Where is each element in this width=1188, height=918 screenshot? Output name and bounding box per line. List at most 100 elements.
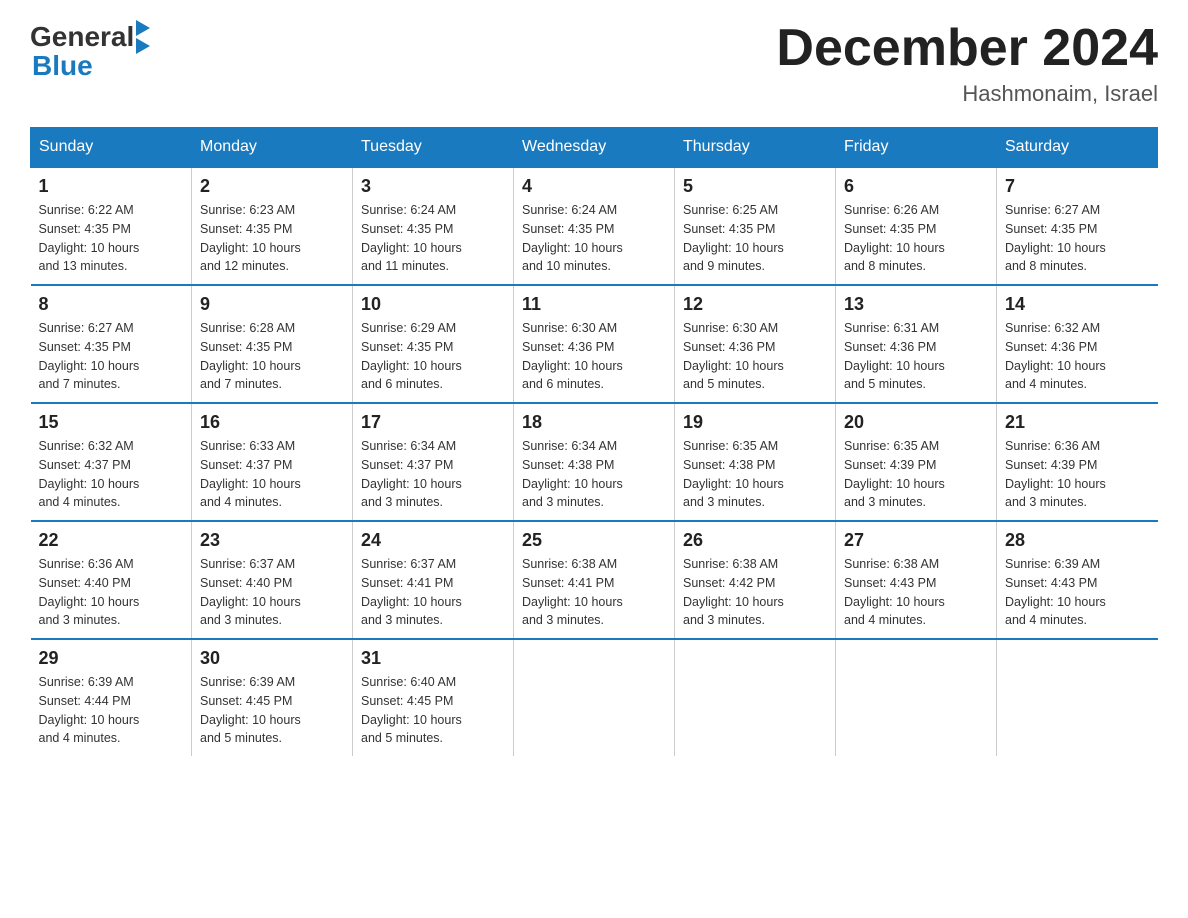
table-row <box>675 639 836 756</box>
day-info: Sunrise: 6:35 AM Sunset: 4:38 PM Dayligh… <box>683 437 827 512</box>
table-row: 3 Sunrise: 6:24 AM Sunset: 4:35 PM Dayli… <box>353 167 514 285</box>
table-row: 20 Sunrise: 6:35 AM Sunset: 4:39 PM Dayl… <box>836 403 997 521</box>
day-info: Sunrise: 6:36 AM Sunset: 4:40 PM Dayligh… <box>39 555 184 630</box>
table-row: 21 Sunrise: 6:36 AM Sunset: 4:39 PM Dayl… <box>997 403 1158 521</box>
day-number: 8 <box>39 294 184 315</box>
day-info: Sunrise: 6:24 AM Sunset: 4:35 PM Dayligh… <box>361 201 505 276</box>
col-thursday: Thursday <box>675 128 836 168</box>
col-tuesday: Tuesday <box>353 128 514 168</box>
table-row: 12 Sunrise: 6:30 AM Sunset: 4:36 PM Dayl… <box>675 285 836 403</box>
day-number: 12 <box>683 294 827 315</box>
table-row: 15 Sunrise: 6:32 AM Sunset: 4:37 PM Dayl… <box>31 403 192 521</box>
table-row: 18 Sunrise: 6:34 AM Sunset: 4:38 PM Dayl… <box>514 403 675 521</box>
col-monday: Monday <box>192 128 353 168</box>
day-number: 16 <box>200 412 344 433</box>
day-number: 6 <box>844 176 988 197</box>
day-info: Sunrise: 6:22 AM Sunset: 4:35 PM Dayligh… <box>39 201 184 276</box>
table-row: 1 Sunrise: 6:22 AM Sunset: 4:35 PM Dayli… <box>31 167 192 285</box>
day-info: Sunrise: 6:34 AM Sunset: 4:38 PM Dayligh… <box>522 437 666 512</box>
day-number: 4 <box>522 176 666 197</box>
table-row: 26 Sunrise: 6:38 AM Sunset: 4:42 PM Dayl… <box>675 521 836 639</box>
day-number: 30 <box>200 648 344 669</box>
table-row <box>997 639 1158 756</box>
calendar-week-row: 15 Sunrise: 6:32 AM Sunset: 4:37 PM Dayl… <box>31 403 1158 521</box>
calendar-week-row: 8 Sunrise: 6:27 AM Sunset: 4:35 PM Dayli… <box>31 285 1158 403</box>
day-number: 9 <box>200 294 344 315</box>
table-row: 7 Sunrise: 6:27 AM Sunset: 4:35 PM Dayli… <box>997 167 1158 285</box>
day-number: 28 <box>1005 530 1150 551</box>
table-row: 9 Sunrise: 6:28 AM Sunset: 4:35 PM Dayli… <box>192 285 353 403</box>
table-row: 28 Sunrise: 6:39 AM Sunset: 4:43 PM Dayl… <box>997 521 1158 639</box>
table-row: 30 Sunrise: 6:39 AM Sunset: 4:45 PM Dayl… <box>192 639 353 756</box>
day-info: Sunrise: 6:24 AM Sunset: 4:35 PM Dayligh… <box>522 201 666 276</box>
table-row: 23 Sunrise: 6:37 AM Sunset: 4:40 PM Dayl… <box>192 521 353 639</box>
day-number: 23 <box>200 530 344 551</box>
day-number: 19 <box>683 412 827 433</box>
day-number: 10 <box>361 294 505 315</box>
table-row <box>836 639 997 756</box>
table-row: 6 Sunrise: 6:26 AM Sunset: 4:35 PM Dayli… <box>836 167 997 285</box>
day-info: Sunrise: 6:37 AM Sunset: 4:40 PM Dayligh… <box>200 555 344 630</box>
col-saturday: Saturday <box>997 128 1158 168</box>
logo: General Blue <box>30 20 150 82</box>
table-row: 31 Sunrise: 6:40 AM Sunset: 4:45 PM Dayl… <box>353 639 514 756</box>
col-friday: Friday <box>836 128 997 168</box>
day-info: Sunrise: 6:38 AM Sunset: 4:42 PM Dayligh… <box>683 555 827 630</box>
day-number: 13 <box>844 294 988 315</box>
day-number: 15 <box>39 412 184 433</box>
month-title: December 2024 <box>776 20 1158 77</box>
day-number: 22 <box>39 530 184 551</box>
day-number: 25 <box>522 530 666 551</box>
table-row: 2 Sunrise: 6:23 AM Sunset: 4:35 PM Dayli… <box>192 167 353 285</box>
day-number: 14 <box>1005 294 1150 315</box>
day-info: Sunrise: 6:38 AM Sunset: 4:41 PM Dayligh… <box>522 555 666 630</box>
day-number: 24 <box>361 530 505 551</box>
logo-general-text: General <box>30 21 134 53</box>
day-info: Sunrise: 6:33 AM Sunset: 4:37 PM Dayligh… <box>200 437 344 512</box>
day-info: Sunrise: 6:29 AM Sunset: 4:35 PM Dayligh… <box>361 319 505 394</box>
day-info: Sunrise: 6:25 AM Sunset: 4:35 PM Dayligh… <box>683 201 827 276</box>
calendar-week-row: 1 Sunrise: 6:22 AM Sunset: 4:35 PM Dayli… <box>31 167 1158 285</box>
day-info: Sunrise: 6:27 AM Sunset: 4:35 PM Dayligh… <box>1005 201 1150 276</box>
calendar-week-row: 22 Sunrise: 6:36 AM Sunset: 4:40 PM Dayl… <box>31 521 1158 639</box>
col-sunday: Sunday <box>31 128 192 168</box>
day-number: 17 <box>361 412 505 433</box>
table-row: 24 Sunrise: 6:37 AM Sunset: 4:41 PM Dayl… <box>353 521 514 639</box>
table-row: 4 Sunrise: 6:24 AM Sunset: 4:35 PM Dayli… <box>514 167 675 285</box>
day-info: Sunrise: 6:38 AM Sunset: 4:43 PM Dayligh… <box>844 555 988 630</box>
col-wednesday: Wednesday <box>514 128 675 168</box>
day-info: Sunrise: 6:35 AM Sunset: 4:39 PM Dayligh… <box>844 437 988 512</box>
day-info: Sunrise: 6:30 AM Sunset: 4:36 PM Dayligh… <box>522 319 666 394</box>
table-row: 16 Sunrise: 6:33 AM Sunset: 4:37 PM Dayl… <box>192 403 353 521</box>
day-number: 18 <box>522 412 666 433</box>
day-info: Sunrise: 6:23 AM Sunset: 4:35 PM Dayligh… <box>200 201 344 276</box>
day-info: Sunrise: 6:27 AM Sunset: 4:35 PM Dayligh… <box>39 319 184 394</box>
day-info: Sunrise: 6:28 AM Sunset: 4:35 PM Dayligh… <box>200 319 344 394</box>
day-number: 2 <box>200 176 344 197</box>
day-info: Sunrise: 6:32 AM Sunset: 4:36 PM Dayligh… <box>1005 319 1150 394</box>
location-text: Hashmonaim, Israel <box>776 81 1158 107</box>
calendar-header-row: Sunday Monday Tuesday Wednesday Thursday… <box>31 128 1158 168</box>
day-info: Sunrise: 6:32 AM Sunset: 4:37 PM Dayligh… <box>39 437 184 512</box>
table-row: 10 Sunrise: 6:29 AM Sunset: 4:35 PM Dayl… <box>353 285 514 403</box>
table-row: 27 Sunrise: 6:38 AM Sunset: 4:43 PM Dayl… <box>836 521 997 639</box>
day-info: Sunrise: 6:36 AM Sunset: 4:39 PM Dayligh… <box>1005 437 1150 512</box>
day-info: Sunrise: 6:39 AM Sunset: 4:43 PM Dayligh… <box>1005 555 1150 630</box>
day-info: Sunrise: 6:37 AM Sunset: 4:41 PM Dayligh… <box>361 555 505 630</box>
day-number: 5 <box>683 176 827 197</box>
day-number: 20 <box>844 412 988 433</box>
page-header: General Blue December 2024 Hashmonaim, I… <box>30 20 1158 107</box>
table-row: 11 Sunrise: 6:30 AM Sunset: 4:36 PM Dayl… <box>514 285 675 403</box>
day-info: Sunrise: 6:26 AM Sunset: 4:35 PM Dayligh… <box>844 201 988 276</box>
day-number: 27 <box>844 530 988 551</box>
day-number: 31 <box>361 648 505 669</box>
day-info: Sunrise: 6:39 AM Sunset: 4:45 PM Dayligh… <box>200 673 344 748</box>
calendar-week-row: 29 Sunrise: 6:39 AM Sunset: 4:44 PM Dayl… <box>31 639 1158 756</box>
calendar-table: Sunday Monday Tuesday Wednesday Thursday… <box>30 127 1158 756</box>
day-number: 26 <box>683 530 827 551</box>
day-info: Sunrise: 6:34 AM Sunset: 4:37 PM Dayligh… <box>361 437 505 512</box>
table-row: 8 Sunrise: 6:27 AM Sunset: 4:35 PM Dayli… <box>31 285 192 403</box>
day-number: 21 <box>1005 412 1150 433</box>
day-number: 1 <box>39 176 184 197</box>
table-row: 29 Sunrise: 6:39 AM Sunset: 4:44 PM Dayl… <box>31 639 192 756</box>
